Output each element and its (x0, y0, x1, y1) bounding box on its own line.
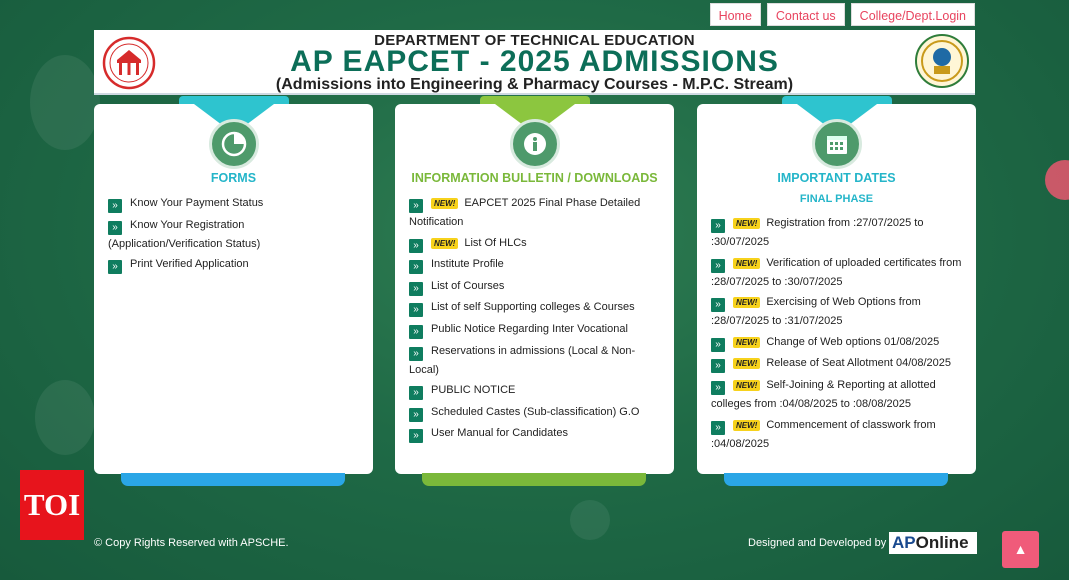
chevron-right-icon: » (409, 238, 423, 253)
card-bottom-bar (121, 473, 345, 486)
chevron-right-icon: » (711, 359, 725, 374)
dates-subtitle: FINAL PHASE (799, 193, 874, 205)
toi-watermark: TOI (20, 470, 84, 540)
new-badge: NEW! (431, 237, 459, 249)
nav-home[interactable]: Home (709, 3, 761, 26)
chevron-right-icon: » (409, 386, 423, 401)
chevron-right-icon: » (409, 281, 423, 296)
list-item: » NEW! Exercising of Web Options from :28/… (711, 296, 921, 328)
list-item[interactable]: » Print Verified Application (108, 255, 361, 275)
chevron-right-icon: » (409, 303, 423, 318)
chevron-right-icon: » (409, 346, 423, 361)
card-bottom-bar (422, 473, 646, 486)
list-item: » NEW! Change of Web options 01/08/2025 (711, 333, 964, 352)
chevron-right-icon: » (409, 199, 423, 213)
list-item[interactable]: » Public Notice Regarding Inter Vocationa… (409, 320, 662, 339)
brand-online: Online (915, 533, 969, 552)
list-item: » NEW! Verification of uploaded certificat… (711, 256, 962, 288)
header-subtitle: (Admissions into Engineering & Pharmacy … (275, 76, 794, 93)
card-bottom-bar (724, 473, 948, 486)
important-dates-card: IMPORTANT DATES FINAL PHASE » NEW! Registr… (697, 96, 976, 486)
new-badge: NEW! (733, 218, 761, 229)
list-item[interactable]: » NEW! EAPCET 2025 Final Phase Detailed No… (409, 194, 662, 231)
forms-card: FORMS » Know Your Payment Status » Know Yo… (94, 96, 373, 486)
info-list: » NEW! EAPCET 2025 Final Phase Detailed No… (409, 194, 662, 446)
chevron-right-icon: » (409, 260, 423, 275)
chevron-right-icon: » (711, 380, 725, 395)
site-header: DEPARTMENT OF TECHNICAL EDUCATION AP EAP… (94, 30, 975, 95)
bg-bubble (35, 380, 95, 455)
new-badge: NEW! (733, 297, 761, 309)
forms-list: » Know Your Payment Status » Know Your Reg… (108, 194, 361, 277)
ap-govt-emblem-icon (915, 34, 969, 88)
forms-title: FORMS (210, 171, 257, 185)
new-badge: NEW! (733, 358, 761, 370)
page-title: AP EAPCET - 2025 ADMISSIONS (290, 45, 779, 78)
chevron-right-icon: » (711, 337, 725, 352)
list-item[interactable]: » User Manual for Candidates (409, 424, 662, 444)
bg-dot (1045, 160, 1069, 200)
chevron-right-icon: » (108, 220, 122, 235)
chevron-right-icon: » (108, 199, 122, 213)
list-item: » NEW! Self-Joining & Reporting at allotte… (711, 378, 936, 410)
list-item[interactable]: » NEW! List Of HLCs (409, 234, 662, 253)
new-badge: NEW! (733, 379, 761, 391)
list-item[interactable]: » Reservations in admissions (Local & Non… (409, 342, 662, 379)
new-badge: NEW! (733, 336, 761, 348)
designed-by-text: Designed and Developed by (748, 537, 887, 549)
list-item[interactable]: » List of self Supporting colleges & Cour… (409, 298, 662, 318)
chevron-right-icon: » (108, 260, 122, 275)
list-item[interactable]: » Scheduled Castes (Sub-classification) G… (409, 403, 662, 422)
bg-bubble (570, 500, 610, 540)
list-item: » NEW! Registration from :27/07/2025 to :3… (711, 217, 924, 248)
nav-contact[interactable]: Contact us (766, 3, 845, 26)
chevron-right-icon: » (409, 324, 423, 339)
info-title: INFORMATION BULLETIN / DOWNLOADS (411, 171, 658, 185)
brand-ap: AP (892, 533, 916, 552)
list-item: » NEW! Commencement of classwork from :04/… (711, 418, 936, 450)
top-nav: Home Contact us College/Dept.Login (709, 3, 975, 26)
chevron-right-icon: » (409, 429, 423, 444)
scroll-to-top-button[interactable]: ▲ (1002, 531, 1039, 568)
new-badge: NEW! (733, 419, 761, 431)
list-item[interactable]: » Know Your Payment Status (108, 194, 361, 213)
aponline-logo[interactable]: APOnline (889, 532, 977, 554)
new-badge: NEW! (431, 198, 459, 209)
chevron-right-icon: » (409, 407, 423, 422)
info-bulletin-card: INFORMATION BULLETIN / DOWNLOADS » NEW! EA… (395, 96, 674, 486)
chevron-right-icon: » (711, 219, 725, 233)
pie-chart-icon (208, 119, 259, 169)
list-item[interactable]: » Know Your Registration (Application/Ver… (108, 216, 361, 253)
arrow-up-icon: ▲ (1013, 541, 1028, 557)
chevron-right-icon: » (711, 298, 725, 313)
list-item[interactable]: » List of Courses (409, 277, 662, 296)
dates-list: » NEW! Registration from :27/07/2025 to :3… (711, 214, 964, 455)
chevron-right-icon: » (711, 258, 725, 273)
list-item[interactable]: » PUBLIC NOTICE (409, 381, 662, 401)
info-icon (509, 119, 560, 169)
calendar-icon (811, 119, 862, 169)
new-badge: NEW! (733, 257, 761, 269)
bg-bubble (30, 55, 100, 150)
list-item: » NEW! Release of Seat Allotment 04/08/202… (711, 354, 964, 374)
list-item[interactable]: » Institute Profile (409, 255, 662, 275)
dates-title: IMPORTANT DATES (777, 171, 896, 185)
copyright-text: © Copy Rights Reserved with APSCHE. (94, 537, 289, 549)
nav-login[interactable]: College/Dept.Login (850, 3, 975, 26)
chevron-right-icon: » (711, 420, 725, 435)
